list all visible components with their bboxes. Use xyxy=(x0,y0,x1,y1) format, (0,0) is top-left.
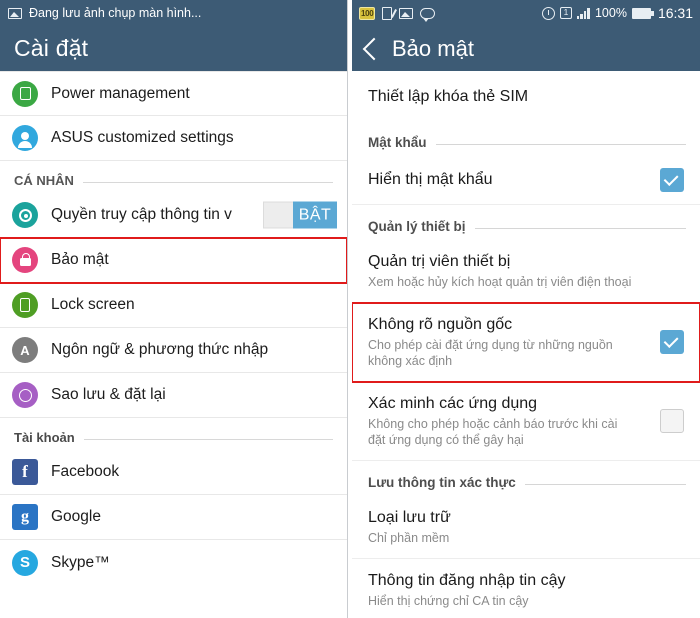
sidebar-item-location-access[interactable]: Quyền truy cập thông tin v BẬT xyxy=(0,193,347,238)
sidebar-item-language-input[interactable]: A Ngôn ngữ & phương thức nhập xyxy=(0,328,347,373)
section-divider xyxy=(474,227,686,229)
google-icon: g xyxy=(12,504,38,530)
sidebar-item-lock-screen[interactable]: Lock screen xyxy=(0,283,347,328)
section-header-password: Mật khẩu xyxy=(352,121,700,156)
right-title-bar: Bảo mật xyxy=(352,26,700,71)
security-settings-list: Thiết lập khóa thẻ SIM Mật khẩu Hiển thị… xyxy=(352,71,700,618)
sidebar-item-power-management[interactable]: Power management xyxy=(0,71,347,116)
sidebar-item-label: Power management xyxy=(51,84,190,102)
unknown-sources-checkbox[interactable] xyxy=(660,330,684,354)
signal-bars-icon xyxy=(576,7,590,19)
section-divider xyxy=(435,143,686,145)
left-settings-list: Power management ASUS customized setting… xyxy=(0,71,347,585)
status-right-icons: 1 100% 16:31 xyxy=(541,5,693,21)
list-item-title: Loại lưu trữ xyxy=(368,509,451,526)
lock-icon xyxy=(12,247,38,273)
list-item-subtitle: Xem hoặc hủy kích hoạt quản trị viên điệ… xyxy=(368,275,632,289)
sidebar-item-label: Ngôn ngữ & phương thức nhập xyxy=(51,341,269,358)
list-item-show-password[interactable]: Hiển thị mật khẩu xyxy=(352,156,700,205)
list-item-title: Xác minh các ứng dụng xyxy=(368,395,538,412)
sidebar-item-bao-mat[interactable]: Bảo mật xyxy=(0,237,347,284)
letter-a-icon: A xyxy=(12,337,38,363)
list-item-subtitle: Không cho phép hoặc cảnh báo trước khi c… xyxy=(368,417,618,447)
section-header-credentials: Lưu thông tin xác thực xyxy=(352,461,700,496)
section-label: Quản lý thiết bị xyxy=(368,219,466,234)
list-item-title: Quản trị viên thiết bị xyxy=(368,253,511,270)
list-item-subtitle: Hiển thị chứng chỉ CA tin cậy xyxy=(368,594,529,608)
section-label: Lưu thông tin xác thực xyxy=(368,475,516,490)
section-header-device-admin: Quản lý thiết bị xyxy=(352,205,700,240)
section-label: Mật khẩu xyxy=(368,135,427,150)
sidebar-item-label: Facebook xyxy=(51,463,120,480)
right-status-bar: 100 1 100% 16:31 xyxy=(352,0,700,26)
section-divider xyxy=(82,181,333,183)
list-item-unknown-sources[interactable]: Không rõ nguồn gốc Cho phép cài đặt ứng … xyxy=(352,302,700,383)
screenshot-saving-text: Đang lưu ảnh chụp màn hình... xyxy=(29,6,202,20)
battery-percent-label: 100% xyxy=(594,6,627,20)
clock-label: 16:31 xyxy=(657,5,693,21)
list-item-title: Thiết lập khóa thẻ SIM xyxy=(368,88,529,105)
sidebar-item-label: Quyền truy cập thông tin v xyxy=(51,206,232,223)
left-title-bar: Cài đặt xyxy=(0,26,347,71)
location-target-icon xyxy=(12,202,38,228)
facebook-icon: f xyxy=(12,459,38,485)
sidebar-item-skype[interactable]: S Skype™ xyxy=(0,540,347,585)
dual-screenshot-container: Đang lưu ảnh chụp màn hình... Cài đặt Po… xyxy=(0,0,700,618)
list-item-sim-lock[interactable]: Thiết lập khóa thẻ SIM xyxy=(352,71,700,121)
chat-bubble-icon xyxy=(420,7,436,22)
sidebar-item-label: Skype™ xyxy=(51,553,110,571)
list-item-trusted-credentials[interactable]: Thông tin đăng nhập tin cậy Hiển thị chứ… xyxy=(352,559,700,618)
note-pencil-icon xyxy=(382,6,393,20)
toggle-on-label: BẬT xyxy=(293,201,337,229)
screenshot-icon xyxy=(8,7,22,19)
right-security-screen: 100 1 100% 16:31 Bảo mật Thiết lập khóa … xyxy=(352,0,700,618)
sidebar-item-backup-reset[interactable]: Sao lưu & đặt lại xyxy=(0,373,347,418)
sidebar-item-label: Bảo mật xyxy=(51,251,109,268)
location-toggle[interactable]: BẬT xyxy=(263,201,337,229)
battery-full-icon xyxy=(631,7,654,19)
status-left-icons: 100 xyxy=(359,6,436,22)
left-settings-screen: Đang lưu ảnh chụp màn hình... Cài đặt Po… xyxy=(0,0,348,618)
section-label: Tài khoản xyxy=(14,430,75,445)
sidebar-item-asus-customized-settings[interactable]: ASUS customized settings xyxy=(0,116,347,161)
section-divider xyxy=(524,483,686,485)
sim-1-icon: 1 xyxy=(559,7,572,19)
verify-apps-checkbox[interactable] xyxy=(660,409,684,433)
list-item-verify-apps[interactable]: Xác minh các ứng dụng Không cho phép hoặ… xyxy=(352,382,700,461)
back-chevron-icon[interactable] xyxy=(362,37,386,60)
section-label: CÁ NHÂN xyxy=(14,173,74,188)
list-item-title: Không rõ nguồn gốc xyxy=(368,316,513,333)
page-title: Cài đặt xyxy=(14,35,89,61)
sidebar-item-google[interactable]: g Google xyxy=(0,495,347,540)
list-item-subtitle: Chỉ phần mềm xyxy=(368,531,450,545)
sidebar-item-facebook[interactable]: f Facebook xyxy=(0,450,347,495)
list-item-title: Hiển thị mật khẩu xyxy=(368,171,493,188)
list-item-title: Thông tin đăng nhập tin cậy xyxy=(368,572,566,589)
screenshot-icon xyxy=(399,7,414,19)
skype-icon: S xyxy=(12,549,38,576)
page-title: Bảo mật xyxy=(392,35,474,61)
list-item-device-administrators[interactable]: Quản trị viên thiết bị Xem hoặc hủy kích… xyxy=(352,240,700,303)
sidebar-item-label: Google xyxy=(51,508,101,525)
battery-clip-icon xyxy=(12,80,38,107)
phone-lock-icon xyxy=(12,292,38,318)
list-item-storage-type[interactable]: Loại lưu trữ Chỉ phần mềm xyxy=(352,496,700,559)
alarm-clock-icon xyxy=(541,6,555,20)
show-password-checkbox[interactable] xyxy=(660,168,684,192)
list-item-subtitle: Cho phép cài đặt ứng dụng từ những nguồn… xyxy=(368,338,613,368)
sidebar-item-label: Sao lưu & đặt lại xyxy=(51,386,166,403)
backup-restore-icon xyxy=(12,382,38,408)
left-status-bar: Đang lưu ảnh chụp màn hình... xyxy=(0,0,347,26)
section-header-personal: CÁ NHÂN xyxy=(0,161,347,193)
section-divider xyxy=(83,438,333,440)
battery-100-badge: 100 xyxy=(359,6,376,20)
section-header-accounts: Tài khoản xyxy=(0,418,347,450)
user-gear-icon xyxy=(12,125,38,151)
sidebar-item-label: ASUS customized settings xyxy=(51,129,234,146)
sidebar-item-label: Lock screen xyxy=(51,296,135,313)
